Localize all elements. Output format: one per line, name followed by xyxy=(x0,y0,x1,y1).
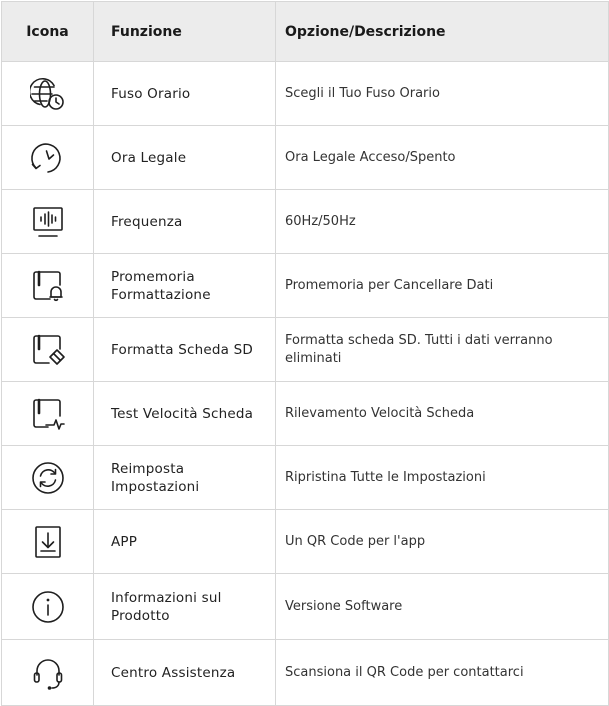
table-row: Centro Assistenza Scansiona il QR Code p… xyxy=(1,639,609,706)
header-description: Opzione/Descrizione xyxy=(275,1,609,62)
function-label: Formatta Scheda SD xyxy=(93,317,276,382)
table-row: Frequenza 60Hz/50Hz xyxy=(1,189,609,254)
download-box-icon xyxy=(34,525,61,558)
table-row: Informazioni sul Prodotto Versione Softw… xyxy=(1,573,609,640)
description-label: 60Hz/50Hz xyxy=(275,189,609,254)
function-label: Fuso Orario xyxy=(93,61,276,126)
headset-icon xyxy=(33,658,62,690)
header-icon: Icona xyxy=(1,1,94,62)
globe-clock-icon xyxy=(29,77,64,110)
description-label: Un QR Code per l'app xyxy=(275,509,609,574)
reset-icon xyxy=(31,461,64,494)
description-label: Rilevamento Velocità Scheda xyxy=(275,381,609,446)
monitor-frequency-icon xyxy=(32,206,63,237)
function-label: Reimposta Impostazioni xyxy=(93,445,276,510)
sd-card-bell-icon xyxy=(32,270,63,301)
table-row: Reimposta Impostazioni Ripristina Tutte … xyxy=(1,445,609,510)
function-label: Test Velocità Scheda xyxy=(93,381,276,446)
table-row: Fuso Orario Scegli il Tuo Fuso Orario xyxy=(1,61,609,126)
info-icon xyxy=(31,590,64,623)
header-function: Funzione xyxy=(93,1,276,62)
function-label: Ora Legale xyxy=(93,125,276,190)
clock-icon xyxy=(30,142,61,173)
table-row: APP Un QR Code per l'app xyxy=(1,509,609,574)
description-label: Scegli il Tuo Fuso Orario xyxy=(275,61,609,126)
table-row: Promemoria Formattazione Promemoria per … xyxy=(1,253,609,318)
table-header-row: Icona Funzione Opzione/Descrizione xyxy=(1,1,609,62)
function-label: Centro Assistenza xyxy=(93,639,276,706)
function-label: Informazioni sul Prodotto xyxy=(93,573,276,640)
settings-table: Icona Funzione Opzione/Descrizione Fuso … xyxy=(1,1,609,706)
description-label: Ripristina Tutte le Impostazioni xyxy=(275,445,609,510)
function-label: APP xyxy=(93,509,276,574)
function-label: Promemoria Formattazione xyxy=(93,253,276,318)
table-row: Test Velocità Scheda Rilevamento Velocit… xyxy=(1,381,609,446)
description-label: Scansiona il QR Code per contattarci xyxy=(275,639,609,706)
description-label: Formatta scheda SD. Tutti i dati verrann… xyxy=(275,317,609,382)
description-label: Ora Legale Acceso/Spento xyxy=(275,125,609,190)
table-row: Ora Legale Ora Legale Acceso/Spento xyxy=(1,125,609,190)
sd-card-pulse-icon xyxy=(32,398,65,430)
description-label: Promemoria per Cancellare Dati xyxy=(275,253,609,318)
table-row: Formatta Scheda SD Formatta scheda SD. T… xyxy=(1,317,609,382)
description-label: Versione Software xyxy=(275,573,609,640)
function-label: Frequenza xyxy=(93,189,276,254)
sd-card-eraser-icon xyxy=(32,334,65,365)
